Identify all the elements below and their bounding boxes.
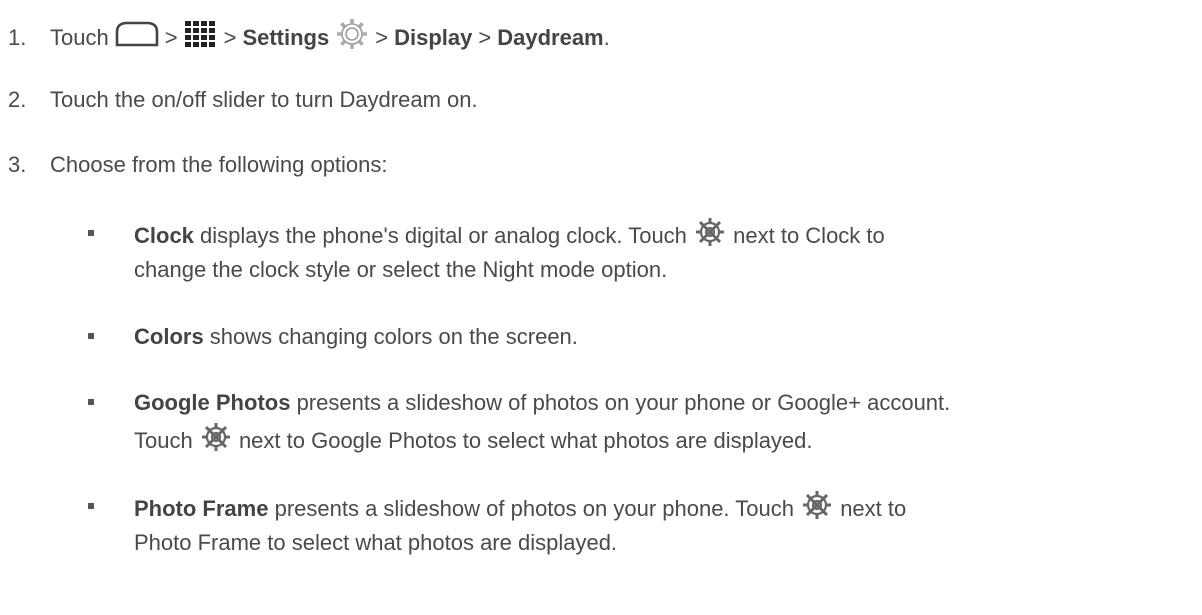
option-google-photos: Google Photos presents a slideshow of ph…	[88, 386, 1168, 456]
step-1: 1. Touch > > Settings > Display > Daydre…	[0, 17, 610, 59]
option-text: next to Google Photos to select what pho…	[232, 427, 813, 453]
option-line: Clock displays the phone's digital or an…	[134, 217, 885, 257]
step-3-text: Choose from the following options:	[50, 152, 388, 177]
option-line: change the clock style or select the Nig…	[134, 257, 668, 282]
step-number: 1.	[8, 25, 27, 50]
period: .	[603, 25, 610, 50]
bullet-square	[88, 230, 94, 236]
apps-grid-icon	[184, 20, 218, 56]
separator: >	[478, 25, 492, 50]
option-text: presents a slideshow of photos on your p…	[268, 495, 801, 521]
step-2-text: Touch the on/off slider to turn Daydream…	[50, 87, 478, 112]
gear-icon	[693, 217, 727, 257]
option-text: Touch	[134, 427, 199, 453]
step-number: 3.	[8, 152, 27, 177]
settings-gear-icon	[335, 17, 369, 59]
option-line: Touch next to Google Photos to select wh…	[134, 422, 813, 462]
daydream-label: Daydream	[497, 25, 604, 50]
option-text: next to	[834, 495, 907, 521]
bullet-square	[88, 333, 94, 339]
option-name: Google Photos	[134, 390, 291, 415]
step-number: 2.	[8, 87, 27, 112]
option-line: Photo Frame presents a slideshow of phot…	[134, 490, 906, 530]
bullet-square	[88, 399, 94, 405]
display-label: Display	[394, 25, 473, 50]
option-name: Photo Frame	[134, 495, 269, 521]
separator: >	[223, 25, 237, 50]
settings-label: Settings	[242, 25, 330, 50]
step-3: 3. Choose from the following options:	[0, 150, 388, 180]
gear-icon	[199, 422, 233, 462]
separator: >	[164, 25, 178, 50]
gear-icon	[800, 490, 834, 530]
document-page: 1. Touch > > Settings > Display > Daydre…	[0, 0, 1202, 615]
option-name: Clock	[134, 222, 194, 248]
option-photo-frame: Photo Frame presents a slideshow of phot…	[88, 490, 1168, 560]
option-line: Colors shows changing colors on the scre…	[134, 320, 578, 354]
option-text: presents a slideshow of photos on your p…	[290, 390, 951, 415]
step-2: 2. Touch the on/off slider to turn Daydr…	[0, 85, 478, 115]
option-text: shows changing colors on the screen.	[203, 324, 578, 349]
option-line: Photo Frame to select what photos are di…	[134, 530, 618, 555]
bullet-square	[88, 503, 94, 509]
home-icon	[115, 21, 159, 55]
option-text: displays the phone's digital or analog c…	[193, 222, 694, 248]
option-name: Colors	[134, 324, 204, 349]
separator: >	[375, 25, 389, 50]
option-text: next to Clock to	[727, 222, 885, 248]
option-line: Google Photos presents a slideshow of ph…	[134, 386, 950, 420]
step-1-touch: Touch	[50, 25, 109, 50]
option-clock: Clock displays the phone's digital or an…	[88, 217, 1168, 287]
option-colors: Colors shows changing colors on the scre…	[88, 320, 1168, 354]
